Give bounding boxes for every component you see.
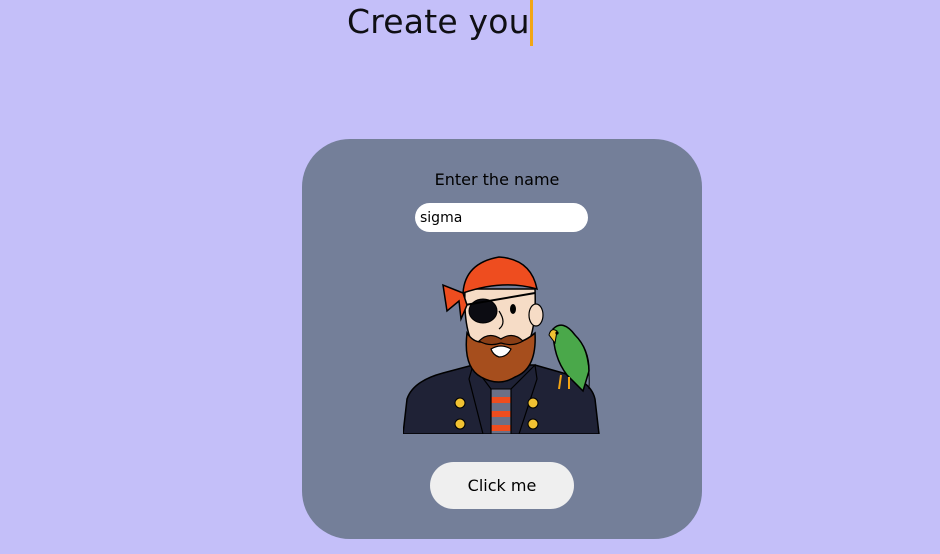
name-card: Enter the name sigma Click me — [302, 139, 702, 539]
headline-text: Create you — [347, 2, 530, 41]
name-input[interactable] — [415, 203, 588, 232]
name-field-label: Enter the name — [434, 170, 560, 189]
click-me-button[interactable]: Click me — [430, 462, 574, 509]
typing-headline: Create you — [347, 0, 533, 46]
pirate-avatar-icon — [403, 256, 600, 434]
typing-caret — [529, 0, 533, 46]
